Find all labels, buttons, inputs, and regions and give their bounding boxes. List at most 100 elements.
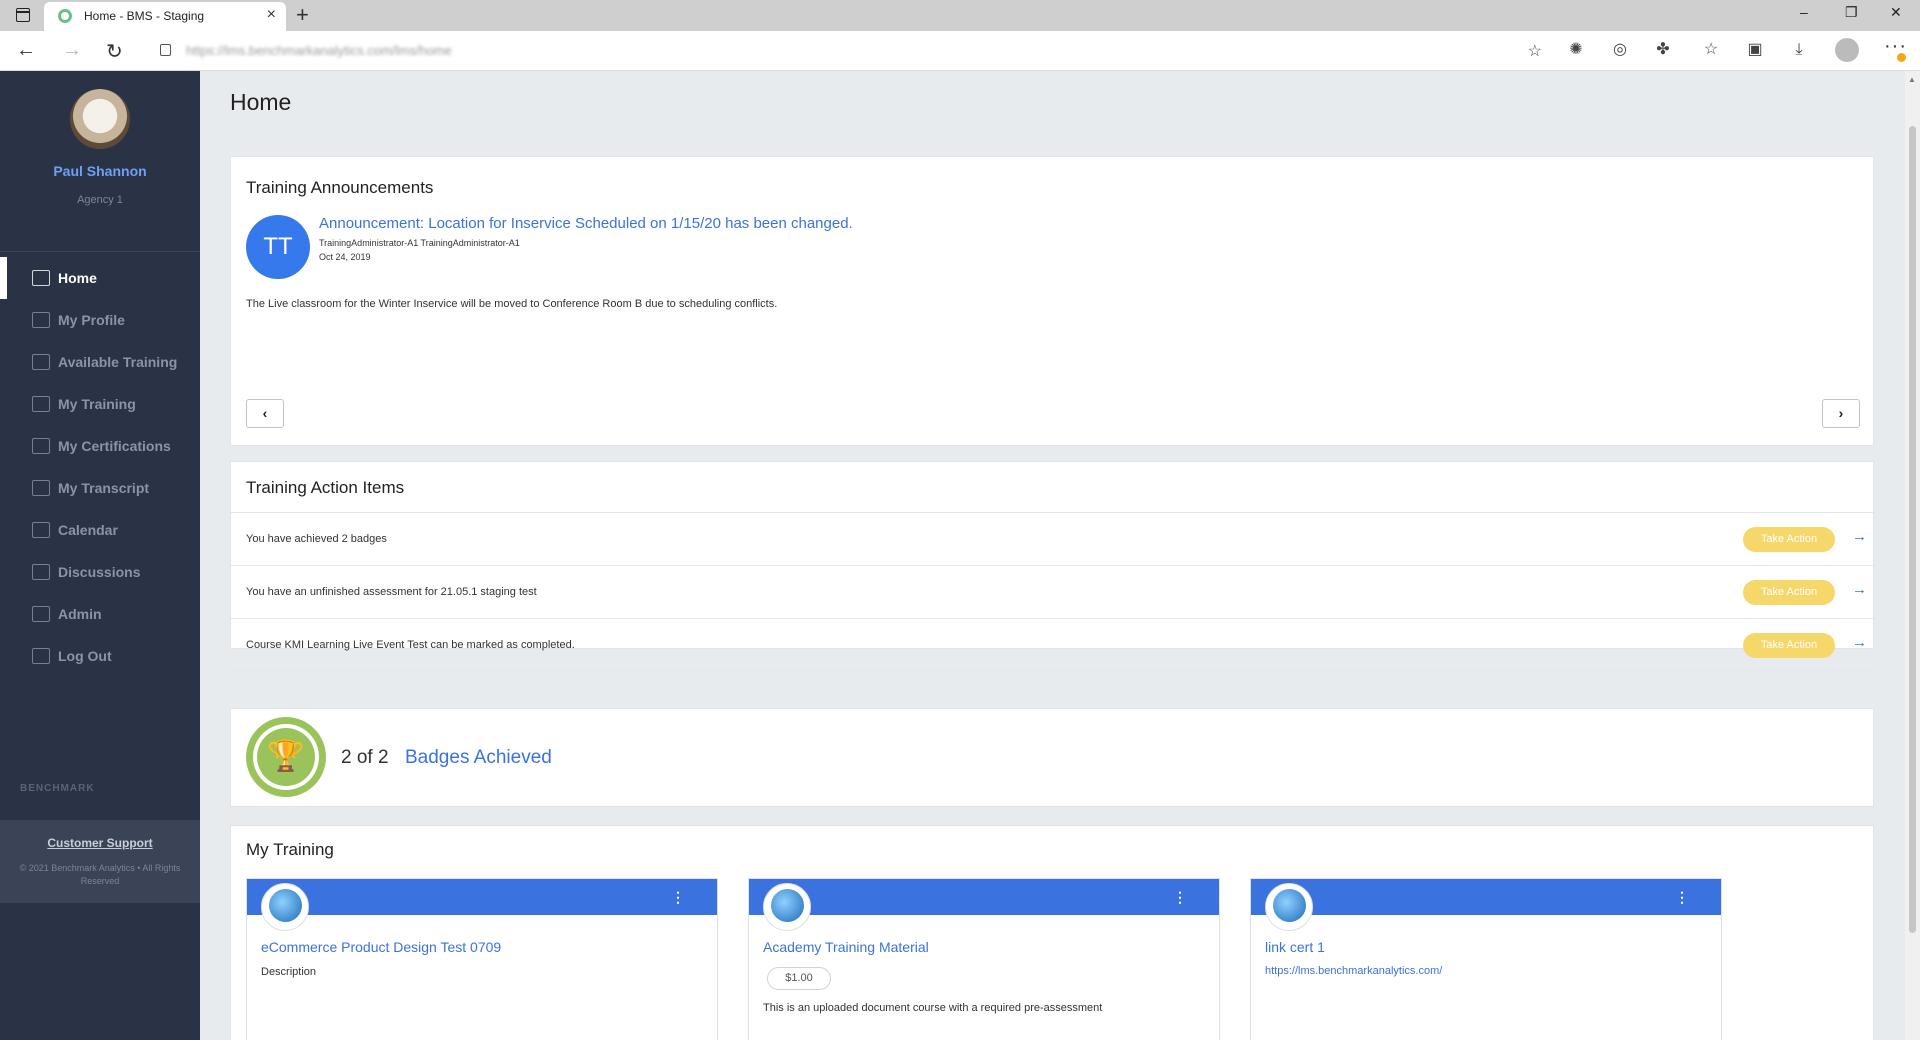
scrollbar[interactable]: ▲ [1905,71,1920,1040]
action-item-row: You have achieved 2 badges Take Action → [231,512,1875,565]
sidebar-item-discussions[interactable]: Discussions [0,551,200,593]
sidebar-item-label: My Certifications [58,438,171,454]
announcement-avatar: TT [246,215,310,279]
take-action-button[interactable]: Take Action [1743,527,1835,552]
training-card-link[interactable]: https://lms.benchmarkanalytics.com/ [1265,965,1442,977]
minimize-button[interactable]: – [1800,4,1808,20]
training-card-title[interactable]: eCommerce Product Design Test 0709 [261,939,501,955]
badge-count: 2 of 2 [341,747,389,768]
customer-support-link[interactable]: Customer Support [0,836,200,850]
sidebar-item-my-profile[interactable]: My Profile [0,299,200,341]
action-item-row: Course KMI Learning Live Event Test can … [231,618,1875,671]
sidebar-item-label: My Transcript [58,480,150,496]
tab-actions-icon[interactable] [16,8,30,22]
main-content: Home Training Announcements TT Announcem… [200,71,1905,1040]
training-card[interactable]: ⋮ Academy Training Material $1.00 This i… [748,878,1220,1040]
support-panel: Customer Support © 2021 Benchmark Analyt… [0,820,200,903]
tab-close-icon[interactable]: × [267,6,276,24]
sidebar-item-label: My Training [58,396,136,412]
collections-icon[interactable]: ▣ [1746,41,1764,59]
lock-icon [160,44,171,56]
my-training-card: My Training ⋮ eCommerce Product Design T… [230,825,1874,1040]
arrow-right-icon[interactable]: → [1852,528,1867,545]
kebab-menu-icon[interactable]: ⋮ [1675,889,1689,906]
arrow-right-icon[interactable]: → [1852,581,1867,598]
announcement-date: Oct 24, 2019 [319,252,371,262]
transcript-icon [32,480,50,496]
sidebar-item-my-training[interactable]: My Training [0,383,200,425]
kebab-menu-icon[interactable]: ⋮ [671,889,685,906]
address-bar[interactable]: https://lms.benchmarkanalytics.com/lms/h… [142,37,1546,65]
globe-icon [763,883,811,931]
price-badge: $1.00 [767,967,831,990]
sidebar-item-admin[interactable]: Admin [0,593,200,635]
notification-badge [1897,53,1906,62]
training-card-title[interactable]: link cert 1 [1265,939,1325,955]
tab-title: Home - BMS - Staging [84,9,205,23]
favorites-icon[interactable]: ☆ [1702,41,1720,59]
forward-icon[interactable]: → [62,39,82,62]
training-card-header [247,879,717,915]
download-icon[interactable]: ⤓ [1790,41,1808,59]
training-card-title[interactable]: Academy Training Material [763,939,929,955]
announcements-title: Training Announcements [246,178,434,197]
sidebar: Paul Shannon Agency 1 Home My Profile Av… [0,71,200,1040]
browser-tab[interactable]: Home - BMS - Staging × [44,2,286,31]
window-close-button[interactable]: ✕ [1890,4,1902,21]
badges-achieved-link[interactable]: Badges Achieved [405,747,552,769]
training-card[interactable]: ⋮ eCommerce Product Design Test 0709 Des… [246,878,718,1040]
training-card[interactable]: ⋮ link cert 1 https://lms.benchmarkanaly… [1250,878,1722,1040]
add-favorite-icon[interactable]: ☆ [1528,41,1542,61]
user-name[interactable]: Paul Shannon [0,163,200,179]
back-icon[interactable]: ← [16,39,36,62]
sidebar-item-log-out[interactable]: Log Out [0,635,200,677]
profile-icon[interactable] [1835,38,1859,62]
agency-label: Agency 1 [77,194,123,206]
calendar-icon [32,522,50,538]
announcement-title-link[interactable]: Announcement: Location for Inservice Sch… [319,215,853,232]
sidebar-item-label: My Profile [58,312,125,328]
announcement-body: The Live classroom for the Winter Inserv… [246,298,778,310]
arrow-right-icon[interactable]: → [1852,634,1867,651]
sidebar-item-label: Available Training [58,354,178,370]
certificate-icon [32,438,50,454]
sidebar-item-my-certifications[interactable]: My Certifications [0,425,200,467]
copyright-text: © 2021 Benchmark Analytics • All Rights … [19,863,181,886]
puzzle-icon[interactable]: ✤ [1654,41,1672,59]
kebab-menu-icon[interactable]: ⋮ [1173,889,1187,906]
action-items-card: Training Action Items You have achieved … [230,461,1875,671]
page-title: Home [230,89,292,115]
my-training-title: My Training [246,840,334,859]
training-card-description: This is an uploaded document course with… [763,1002,1103,1014]
previous-announcement-button[interactable]: ‹ [246,399,284,428]
users-icon [32,312,50,328]
sidebar-item-my-transcript[interactable]: My Transcript [0,467,200,509]
avatar[interactable] [70,89,130,149]
dashboard-icon [32,270,50,286]
extension-icon[interactable]: ✺ [1567,41,1585,59]
reader-icon[interactable]: ◎ [1611,41,1629,59]
chat-icon [32,564,50,580]
announcements-card: Training Announcements TT Announcement: … [230,156,1874,446]
catalog-icon [32,354,50,370]
sidebar-item-home[interactable]: Home [0,257,200,299]
next-announcement-button[interactable]: › [1822,399,1860,428]
sidebar-item-available-training[interactable]: Available Training [0,341,200,383]
sidebar-nav: Home My Profile Available Training My Tr… [0,251,200,677]
take-action-button[interactable]: Take Action [1743,580,1835,605]
restore-button[interactable]: ❐ [1845,4,1858,21]
new-tab-button[interactable]: + [296,2,309,28]
benchmark-logo: BENCHMARK [20,783,95,794]
trophy-ring: 🏆 [253,724,319,790]
action-item-text: You have achieved 2 badges [246,533,387,545]
take-action-button[interactable]: Take Action [1743,633,1835,658]
reload-icon[interactable]: ↻ [106,39,123,64]
browser-toolbar: ← → ↻ https://lms.benchmarkanalytics.com… [0,31,1920,71]
badges-card: 🏆 2 of 2 Badges Achieved [230,708,1874,807]
announcement-author: TrainingAdministrator-A1 TrainingAdminis… [319,238,520,248]
trophy-icon: 🏆 [257,728,315,786]
scroll-thumb[interactable] [1909,126,1916,933]
sidebar-item-calendar[interactable]: Calendar [0,509,200,551]
scroll-up-icon[interactable]: ▲ [1908,75,1916,84]
sidebar-item-label: Discussions [58,564,141,580]
